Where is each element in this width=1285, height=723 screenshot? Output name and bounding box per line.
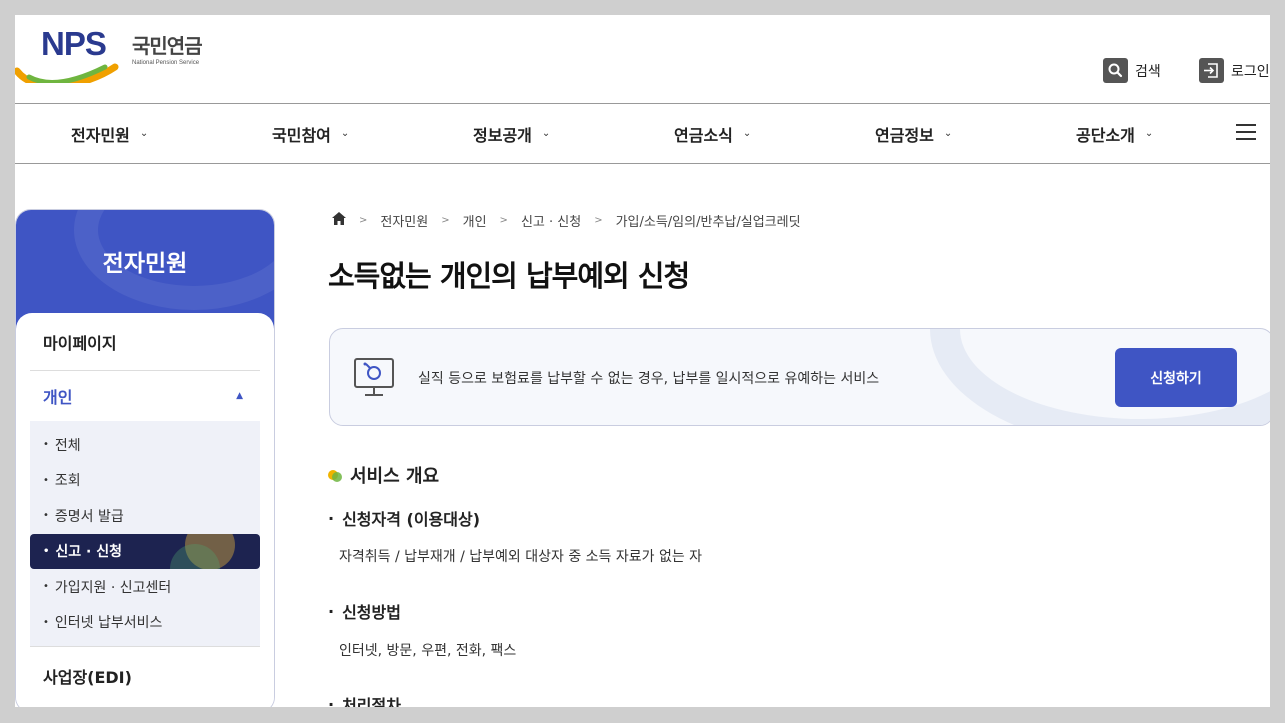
process-heading-label: 처리절차 — [342, 696, 401, 707]
sidebar-item-workplace[interactable]: 사업장(EDI) — [30, 646, 260, 704]
section-title-label: 서비스 개요 — [350, 466, 440, 487]
sidebar: 전자민원 마이페이지 개인 ▲ • 전체 • 조회 • 증명서 발급 • 신고 · 신청… — [15, 209, 275, 707]
nav-label: 연금정보 — [875, 125, 934, 145]
logo-text: 국민연금 National Pension Service — [132, 30, 203, 66]
logo-nps-text: NPS — [41, 25, 107, 62]
sidebar-item-personal[interactable]: 개인 ▲ — [30, 371, 260, 421]
sidebar-sub-label: 전체 — [54, 437, 81, 454]
sidebar-sub-label: 신고 · 신청 — [55, 544, 122, 561]
login-button[interactable]: 로그인 — [1199, 58, 1270, 83]
eligibility-text: 자격취득 / 납부재개 / 납부예외 대상자 중 소득 자료가 없는 자 — [339, 549, 703, 565]
nav-item-news[interactable]: 연금소식 ⌄ — [674, 104, 751, 163]
chevron-down-icon: ⌄ — [742, 128, 752, 139]
nav-label: 정보공개 — [473, 125, 532, 145]
nav-label: 국민참여 — [272, 125, 331, 145]
method-heading-label: 신청방법 — [342, 603, 401, 622]
nps-logo[interactable]: NPS 국민연금 National Pension Service — [15, 25, 203, 83]
breadcrumb-separator-icon: > — [359, 215, 368, 226]
nps-logo-mark: NPS — [15, 25, 127, 83]
sidebar-sub-label: 가입지원 · 신고센터 — [54, 579, 172, 596]
sidebar-sub-all[interactable]: • 전체 — [30, 427, 260, 463]
section-title: 서비스 개요 — [328, 462, 439, 488]
page-title: 소득없는 개인의 납부예외 신청 — [328, 259, 690, 293]
breadcrumb-item[interactable]: 전자민원 — [380, 211, 428, 230]
breadcrumb-separator-icon: > — [594, 215, 603, 226]
eligibility-heading: · 신청자격 (이용대상) — [328, 506, 480, 530]
method-text: 인터넷, 방문, 우편, 전화, 팩스 — [339, 643, 517, 659]
site-header: NPS 국민연금 National Pension Service 검색 로그인 — [15, 15, 1270, 104]
sidebar-menu: 마이페이지 개인 ▲ • 전체 • 조회 • 증명서 발급 • 신고 · 신청 • 가입지… — [16, 313, 274, 707]
sidebar-sub-support-center[interactable]: • 가입지원 · 신고센터 — [30, 569, 260, 605]
chevron-down-icon: ⌄ — [541, 128, 551, 139]
search-button[interactable]: 검색 — [1103, 58, 1161, 83]
sidebar-sub-label: 증명서 발급 — [54, 508, 124, 525]
page: NPS 국민연금 National Pension Service 검색 로그인… — [15, 15, 1270, 707]
sidebar-item-mypage[interactable]: 마이페이지 — [30, 313, 260, 371]
service-description: 실직 등으로 보험료를 납부할 수 없는 경우, 납부를 일시적으로 유예하는 … — [418, 371, 880, 387]
sidebar-sub-internet-payment[interactable]: • 인터넷 납부서비스 — [30, 605, 260, 641]
process-heading: · 처리절차 — [328, 692, 401, 708]
nav-label: 공단소개 — [1076, 125, 1135, 145]
sidebar-item-label: 개인 — [43, 388, 73, 407]
chevron-down-icon: ⌄ — [1144, 128, 1154, 139]
sidebar-sub-label: 조회 — [54, 473, 81, 490]
search-label: 검색 — [1135, 63, 1161, 80]
sidebar-sub-certificate[interactable]: • 증명서 발급 — [30, 498, 260, 534]
service-summary-box: 실직 등으로 보험료를 납부할 수 없는 경우, 납부를 일시적으로 유예하는 … — [329, 328, 1270, 426]
eligibility-heading-label: 신청자격 (이용대상) — [342, 510, 481, 529]
method-heading: · 신청방법 — [328, 599, 401, 623]
main-nav: 전자민원 ⌄ 국민참여 ⌄ 정보공개 ⌄ 연금소식 ⌄ 연금정보 ⌄ 공단소개 ⌄ — [15, 104, 1270, 164]
sidebar-sub-label: 인터넷 납부서비스 — [54, 615, 163, 632]
caret-up-icon: ▲ — [236, 391, 243, 401]
chevron-down-icon: ⌄ — [340, 128, 350, 139]
login-icon — [1199, 58, 1224, 83]
nav-item-e-civil[interactable]: 전자민원 ⌄ — [71, 104, 148, 163]
nav-item-about[interactable]: 공단소개 ⌄ — [1076, 104, 1153, 163]
logo-korean: 국민연금 — [132, 34, 203, 58]
chevron-down-icon: ⌄ — [139, 128, 149, 139]
logo-english: National Pension Service — [132, 60, 200, 66]
breadcrumb-item[interactable]: 개인 — [463, 211, 487, 230]
home-icon[interactable] — [332, 212, 346, 229]
breadcrumb-item[interactable]: 신고 · 신청 — [521, 211, 581, 230]
sidebar-header: 전자민원 — [16, 210, 274, 330]
login-label: 로그인 — [1231, 63, 1270, 80]
monitor-icon — [352, 356, 398, 400]
breadcrumb-separator-icon: > — [441, 215, 450, 226]
sidebar-submenu: • 전체 • 조회 • 증명서 발급 • 신고 · 신청 • 가입지원 · 신고센터 • 인… — [30, 421, 260, 646]
nav-label: 전자민원 — [71, 125, 130, 145]
nav-item-pension-info[interactable]: 연금정보 ⌄ — [875, 104, 952, 163]
breadcrumb: > 전자민원 > 개인 > 신고 · 신청 > 가입/소득/임의/반추납/실업크… — [332, 211, 801, 230]
search-icon — [1103, 58, 1128, 83]
sidebar-sub-inquiry[interactable]: • 조회 — [30, 463, 260, 499]
sidebar-item-label: 마이페이지 — [43, 333, 117, 353]
nav-label: 연금소식 — [674, 125, 733, 145]
apply-button[interactable]: 신청하기 — [1115, 348, 1237, 407]
nav-item-participation[interactable]: 국민참여 ⌄ — [272, 104, 349, 163]
nav-item-information[interactable]: 정보공개 ⌄ — [473, 104, 550, 163]
chevron-down-icon: ⌄ — [943, 128, 953, 139]
sidebar-sub-report-apply[interactable]: • 신고 · 신청 — [30, 533, 260, 569]
breadcrumb-item[interactable]: 가입/소득/임의/반추납/실업크레딧 — [616, 211, 801, 230]
hamburger-menu-icon[interactable] — [1236, 124, 1256, 140]
section-bullet-icon — [328, 468, 344, 482]
breadcrumb-separator-icon: > — [499, 215, 508, 226]
sidebar-item-label: 사업장(EDI) — [43, 667, 132, 687]
